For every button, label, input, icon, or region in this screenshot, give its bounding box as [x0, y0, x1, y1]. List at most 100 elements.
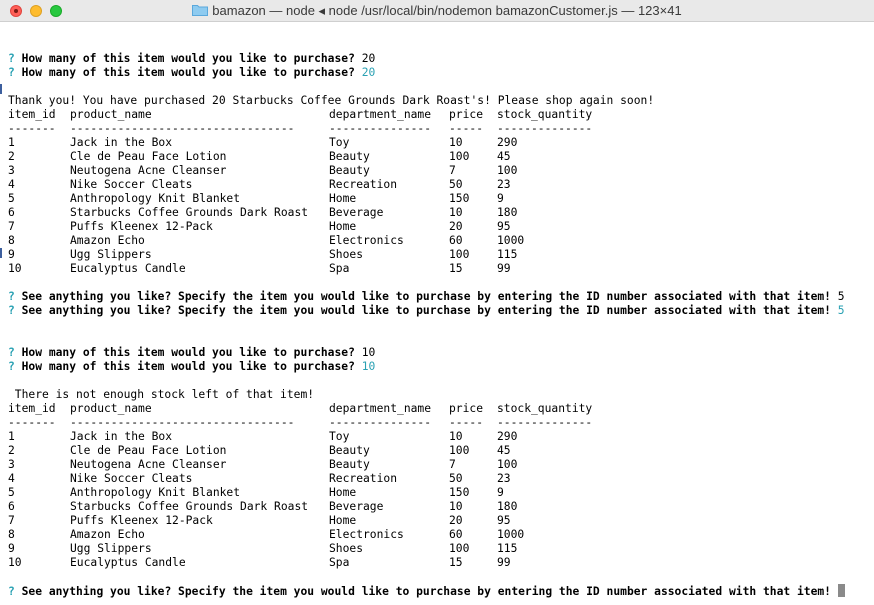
prompt-question: See anything you like? Specify the item …	[21, 585, 831, 598]
table-row-cell: 20	[449, 514, 463, 527]
prompt-answer: 10	[361, 360, 376, 373]
table-row-cell: 23	[497, 178, 511, 191]
prompt-marker: ?	[8, 290, 15, 303]
table-row-cell: 2	[8, 150, 15, 163]
prompt-answer: 5	[837, 304, 845, 317]
table-row-cell: 3	[8, 458, 15, 471]
table-row-cell: Toy	[329, 430, 350, 443]
table-row-cell: Beauty	[329, 150, 370, 163]
table-row-cell: 9	[8, 248, 15, 261]
table-row: 10 Eucalyptus Candle Spa 15 99	[8, 556, 874, 570]
table-header-cell: item_id	[8, 108, 56, 121]
prompt-line: ? See anything you like? Specify the ite…	[8, 290, 874, 304]
table-row-cell: 10	[449, 136, 463, 149]
table-row: 5 Anthropology Knit Blanket Home 150 9	[8, 486, 874, 500]
table-row-cell: Anthropology Knit Blanket	[70, 192, 241, 205]
table-row-cell: 100	[449, 248, 470, 261]
table-row-cell: 100	[497, 164, 518, 177]
prompt-line: ? See anything you like? Specify the ite…	[8, 304, 874, 318]
terminal-output[interactable]: ? How many of this item would you like t…	[8, 22, 874, 605]
table-row-cell: Cle de Peau Face Lotion	[70, 150, 227, 163]
table-row-cell: Home	[329, 192, 357, 205]
table-row-cell: 45	[497, 150, 511, 163]
table-header-cell: product_name	[70, 108, 152, 121]
table-row-cell: Ugg Slippers	[70, 248, 152, 261]
table-row-cell: 5	[8, 486, 15, 499]
table-row-cell: 290	[497, 136, 518, 149]
table-row-cell: 2	[8, 444, 15, 457]
table-row-cell: 7	[8, 514, 15, 527]
table-row: 6 Starbucks Coffee Grounds Dark Roast Beve…	[8, 206, 874, 220]
table-row-cell: 8	[8, 528, 15, 541]
table-separator-cell: --------------	[497, 416, 593, 429]
table-separator-cell: --------------	[497, 122, 593, 135]
table-separator-cell: -----	[449, 416, 484, 429]
table-row-cell: Spa	[329, 556, 350, 569]
window-title: bamazon — node ◂ node /usr/local/bin/nod…	[212, 3, 682, 18]
table-row-cell: Anthropology Knit Blanket	[70, 486, 241, 499]
table-row-cell: Electronics	[329, 234, 404, 247]
table-row-cell: 99	[497, 556, 511, 569]
table-row-cell: 7	[449, 164, 456, 177]
table-row-cell: Jack in the Box	[70, 136, 173, 149]
folder-icon	[192, 5, 209, 16]
table-row-cell: Toy	[329, 136, 350, 149]
table-row: 3 Neutogena Acne Cleanser Beauty 7 100	[8, 164, 874, 178]
table-row-cell: Beverage	[329, 500, 384, 513]
table-row-cell: 10	[449, 206, 463, 219]
stock-message: There is not enough stock left of that i…	[8, 388, 315, 401]
prompt-answer: 10	[361, 346, 376, 359]
prompt-question: How many of this item would you like to …	[21, 66, 355, 79]
table-row-cell: Home	[329, 220, 357, 233]
table-row-cell: 10	[449, 430, 463, 443]
table-row: 7 Puffs Kleenex 12-Pack Home 20 95	[8, 514, 874, 528]
table-row-cell: Home	[329, 514, 357, 527]
prompt-marker: ?	[8, 304, 15, 317]
table-row-cell: Recreation	[329, 472, 398, 485]
table-row-cell: 100	[449, 542, 470, 555]
table-row-cell: Eucalyptus Candle	[70, 556, 186, 569]
prompt-line: ? See anything you like? Specify the ite…	[8, 584, 874, 598]
table-row-cell: Eucalyptus Candle	[70, 262, 186, 275]
table-row-cell: 15	[449, 262, 463, 275]
table-row-cell: 95	[497, 220, 511, 233]
table-row-cell: 10	[8, 262, 22, 275]
prompt-question: How many of this item would you like to …	[21, 52, 355, 65]
table-row-cell: 180	[497, 500, 518, 513]
table-row-cell: 5	[8, 192, 15, 205]
table-row-cell: Puffs Kleenex 12-Pack	[70, 220, 213, 233]
prompt-line: ? How many of this item would you like t…	[8, 66, 874, 80]
table-row-cell: 99	[497, 262, 511, 275]
table-row-cell: 150	[449, 486, 470, 499]
table-row: 9 Ugg Slippers Shoes 100 115	[8, 542, 874, 556]
table-row-cell: 23	[497, 472, 511, 485]
prompt-line: ? How many of this item would you like t…	[8, 346, 874, 360]
title-bar[interactable]: bamazon — node ◂ node /usr/local/bin/nod…	[0, 0, 874, 22]
table-row-cell: 60	[449, 528, 463, 541]
table-header-cell: stock_quantity	[497, 108, 593, 121]
table-separator-cell: -----	[449, 122, 484, 135]
terminal-window: bamazon — node ◂ node /usr/local/bin/nod…	[0, 0, 874, 605]
table-separator: ------- ---------------------------------…	[8, 416, 874, 430]
table-header-cell: department_name	[329, 108, 432, 121]
table-row-cell: 50	[449, 178, 463, 191]
table-row: 4 Nike Soccer Cleats Recreation 50 23	[8, 472, 874, 486]
prompt-marker: ?	[8, 585, 15, 598]
table-row-cell: 8	[8, 234, 15, 247]
prompt-line: ? How many of this item would you like t…	[8, 52, 874, 66]
table-row: 8 Amazon Echo Electronics 60 1000	[8, 234, 874, 248]
table-row-cell: 4	[8, 472, 15, 485]
table-header-cell: department_name	[329, 402, 432, 415]
table-row-cell: Starbucks Coffee Grounds Dark Roast	[70, 206, 309, 219]
table-row: 1 Jack in the Box Toy 10 290	[8, 430, 874, 444]
table-header: item_id product_name department_name price s…	[8, 402, 874, 416]
table-row-cell: Shoes	[329, 248, 364, 261]
prompt-answer: 20	[361, 52, 376, 65]
table-separator-cell: -------	[8, 122, 56, 135]
gutter-marker	[0, 84, 2, 94]
text-cursor[interactable]	[837, 584, 845, 597]
